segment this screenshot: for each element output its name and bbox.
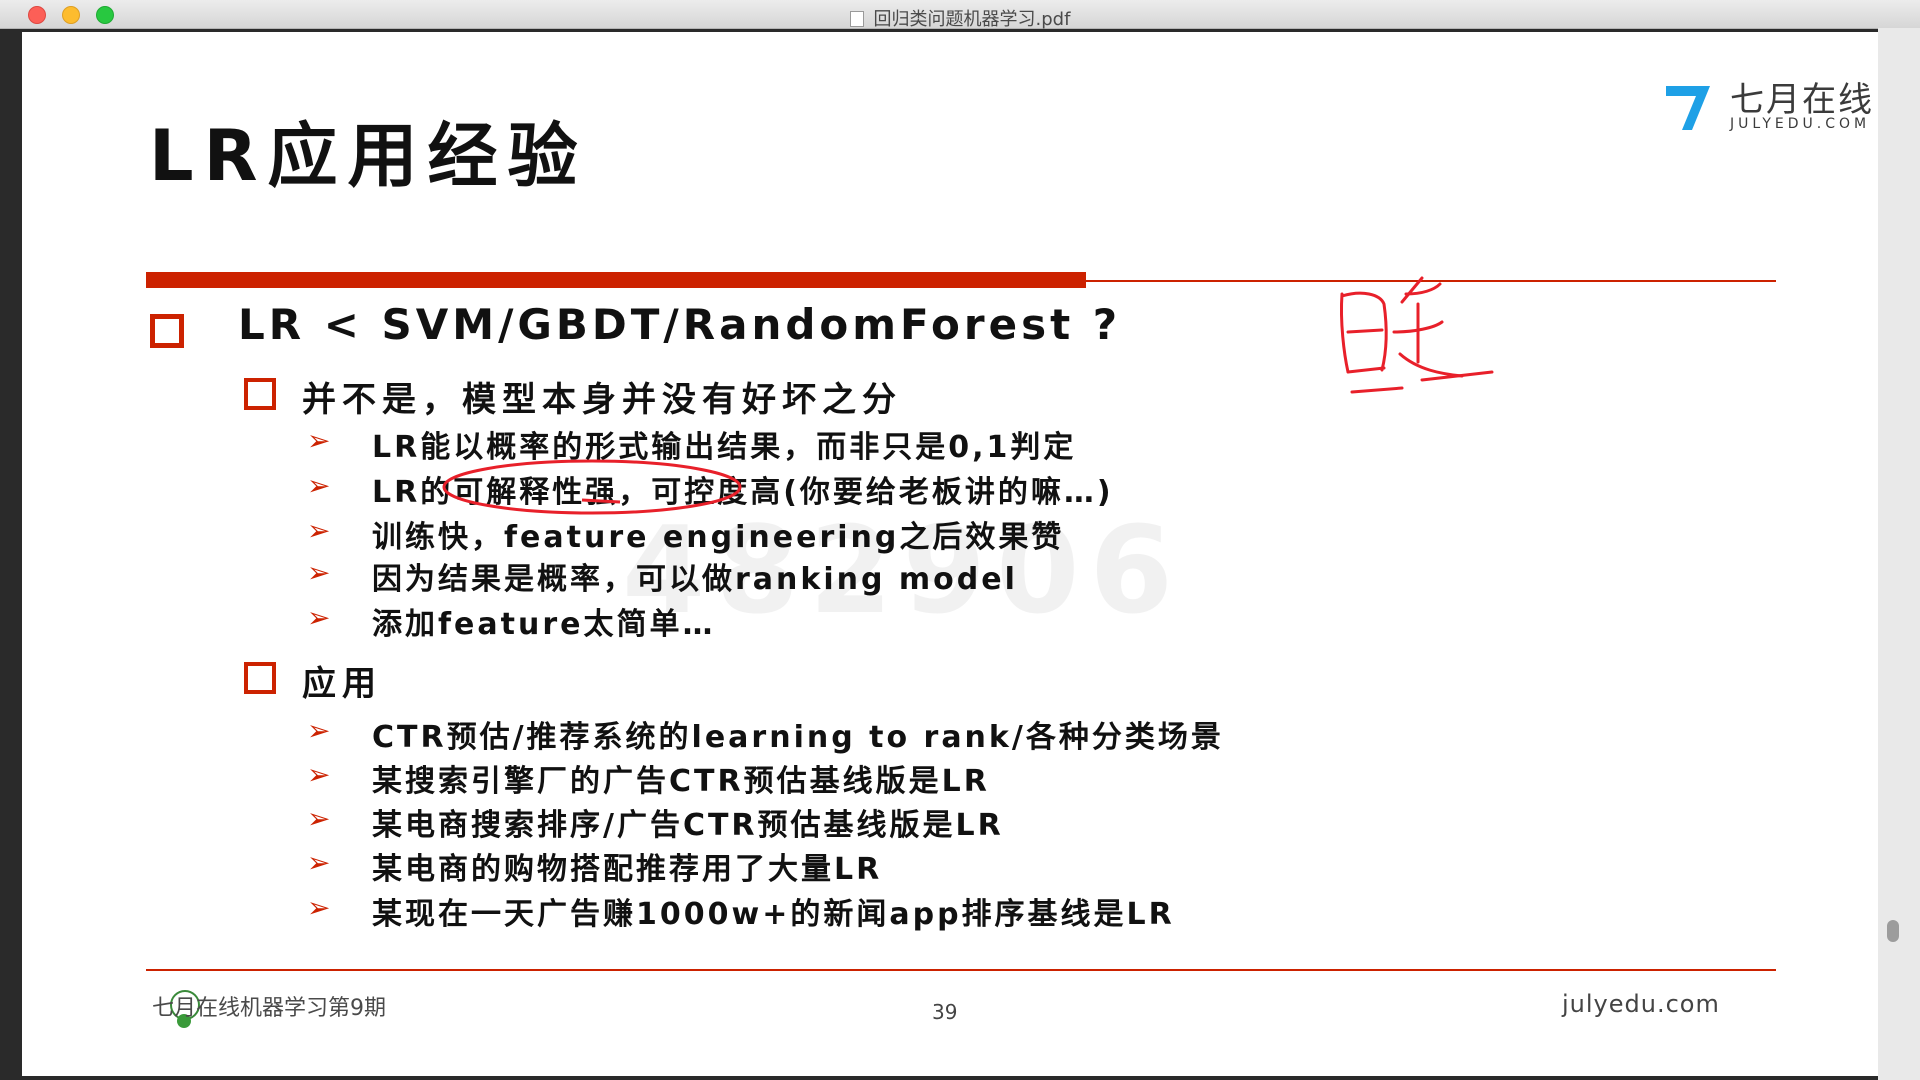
section1-heading: 并不是，模型本身并没有好坏之分 [302,380,902,420]
handwritten-note-glyph [1339,276,1494,394]
footer-divider [146,969,1776,971]
arrow-bullet-icon: ➢ [307,556,331,589]
main-question: LR < SVM/GBDT/RandomForest ? [238,300,1122,349]
title-divider-thick [146,272,1086,288]
arrow-bullet-icon: ➢ [307,469,331,502]
slide-title: LR应用经验 [149,115,588,197]
list-item: LR的可解释性强，可控度高(你要给老板讲的嘛…) [372,475,1114,510]
arrow-bullet-icon: ➢ [307,846,331,879]
logo-text-en: JULYEDU.COM [1730,116,1871,132]
list-item: 添加feature太简单… [372,607,716,642]
scrollbar-thumb[interactable] [1887,920,1899,942]
list-item: 因为结果是概率，可以做ranking model [372,562,1018,597]
list-item: LR能以概率的形式输出结果，而非只是0,1判定 [372,430,1077,465]
list-item: 某现在一天广告赚1000w+的新闻app排序基线是LR [372,897,1175,932]
title-divider-thin [1086,280,1776,282]
list-item: CTR预估/推荐系统的learning to rank/各种分类场景 [372,720,1224,755]
list-item: 某搜索引擎厂的广告CTR预估基线版是LR [372,764,990,799]
arrow-bullet-icon: ➢ [307,514,331,547]
bullet-box-icon [244,378,276,410]
section2-heading: 应用 [302,664,382,704]
arrow-bullet-icon: ➢ [307,424,331,457]
footer-website: julyedu.com [1562,990,1720,1018]
window-title: 回归类问题机器学习.pdf [0,5,1920,31]
scrollbar-track[interactable] [1878,28,1920,1080]
logo-text-cn: 七月在线 [1730,80,1874,120]
arrow-bullet-icon: ➢ [307,891,331,924]
bullet-box-icon [244,662,276,694]
list-item: 训练快，feature engineering之后效果赞 [372,520,1065,555]
arrow-bullet-icon: ➢ [307,758,331,791]
list-item: 某电商搜索排序/广告CTR预估基线版是LR [372,808,1004,843]
pdf-document-icon [849,11,864,27]
window-titlebar: 回归类问题机器学习.pdf [0,0,1920,31]
window-title-text: 回归类问题机器学习.pdf [873,9,1071,30]
logo-seven-icon [1666,86,1710,130]
bullet-box-icon [150,314,184,348]
arrow-bullet-icon: ➢ [307,714,331,747]
julyedu-logo: 七月在线 JULYEDU.COM [1662,70,1872,140]
slide-page: LR应用经验 七月在线 JULYEDU.COM 482906 LR < SVM/… [22,32,1878,1076]
arrow-bullet-icon: ➢ [307,802,331,835]
list-item: 某电商的购物搭配推荐用了大量LR [372,852,883,887]
arrow-bullet-icon: ➢ [307,601,331,634]
footer-course-name: 七月在线机器学习第9期 [152,996,386,1021]
page-number: 39 [932,1000,958,1024]
